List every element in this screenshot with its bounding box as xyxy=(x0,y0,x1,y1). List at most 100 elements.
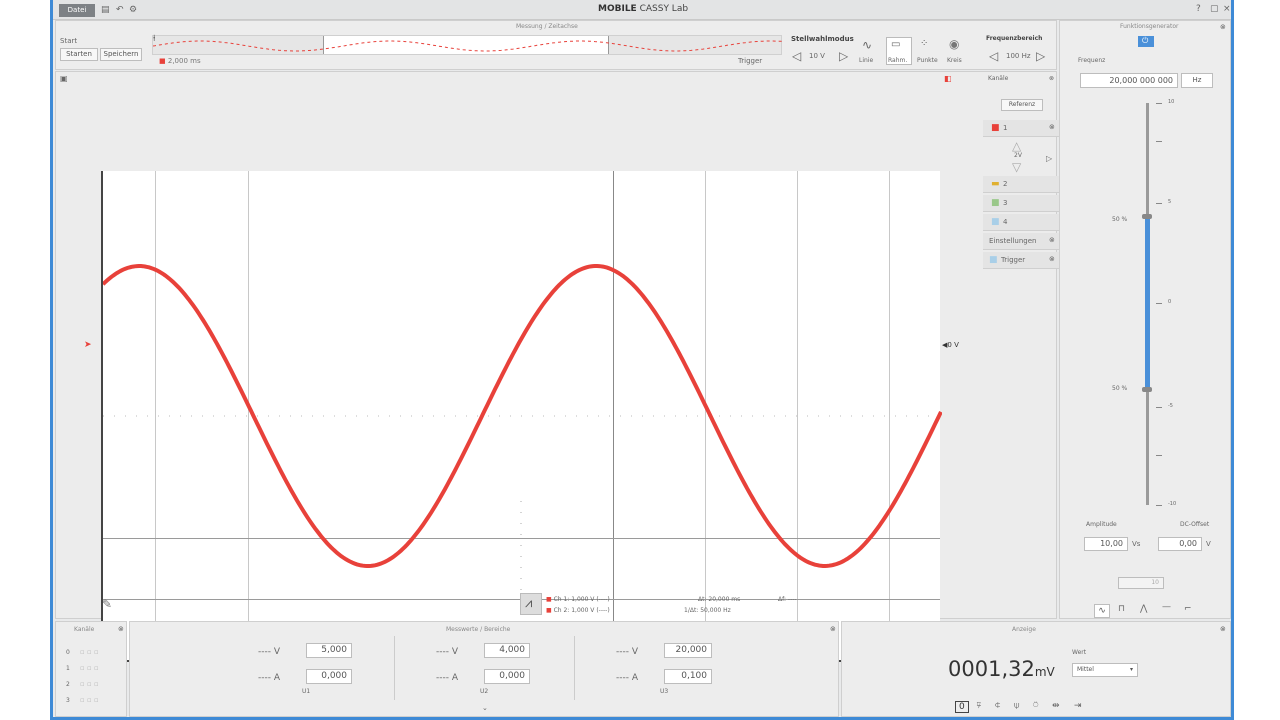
amplitude-field[interactable]: 10,00 xyxy=(1084,537,1128,551)
timeline-overview[interactable]: ⍿ xyxy=(152,34,783,55)
collapse-icon[interactable]: ⌄ xyxy=(482,704,488,712)
channel-3-item[interactable]: ■ 3 xyxy=(983,195,1059,212)
offset-field[interactable]: 0,00 xyxy=(1158,537,1202,551)
measure-close-icon[interactable]: ⊗ xyxy=(830,625,836,633)
generator-power-button[interactable]: ⏻ xyxy=(1138,36,1154,47)
grid-cell-icon[interactable]: ▫ ▫ ▫ xyxy=(80,680,99,688)
scale-tick xyxy=(1156,203,1162,204)
channel-3-label: 3 xyxy=(1003,199,1008,207)
grid-row-label: 2 xyxy=(66,681,70,688)
channel-1-close-icon[interactable]: ⊗ xyxy=(1049,123,1055,131)
line-mode-icon: ∿ xyxy=(862,38,873,52)
readout-select[interactable]: Mittel ▾ xyxy=(1072,663,1138,677)
scale-next-icon[interactable]: ▷ xyxy=(1046,154,1052,163)
level-slider-range[interactable] xyxy=(1145,217,1150,391)
slider-handle-lower[interactable] xyxy=(1142,387,1152,392)
readout-tool-icon[interactable]: ⍫ xyxy=(976,701,981,711)
group-1-a-field[interactable]: 0,000 xyxy=(306,669,352,684)
oscilloscope-plot[interactable] xyxy=(101,171,942,662)
channel-1-item[interactable]: ■ 1 ⊗ xyxy=(983,120,1059,137)
zero-marker[interactable]: ◀0 V xyxy=(942,341,959,349)
grid-cell-icon[interactable]: ▫ ▫ ▫ xyxy=(80,648,99,656)
start-label: Start xyxy=(60,37,78,45)
display-mode-icon[interactable]: 0 xyxy=(955,701,969,713)
channel-grid-title: Kanäle xyxy=(74,626,95,633)
sidebar-close-icon[interactable]: ⊗ xyxy=(1049,75,1054,82)
timeline-handle-icon[interactable]: ⍿ xyxy=(153,34,155,44)
readout-select-value: Mittel xyxy=(1077,666,1094,673)
pencil-icon[interactable]: ✎ xyxy=(102,597,112,611)
readout-tool-icon[interactable]: ⇥ xyxy=(1074,701,1082,711)
scale-up-icon[interactable]: △ xyxy=(1012,139,1021,153)
cursor-readout-line5: Δf: ---- xyxy=(778,596,797,603)
settings-item-label: Einstellungen xyxy=(989,237,1037,245)
scale-tick xyxy=(1156,407,1162,408)
waveform-square-button[interactable]: ⊓ xyxy=(1118,604,1125,614)
group-2-footer: U2 xyxy=(480,688,489,695)
stellwahl-next-icon[interactable]: ▷ xyxy=(839,49,848,63)
save-icon[interactable]: ▤ xyxy=(101,5,110,15)
waveform-triangle-button[interactable]: ⋀ xyxy=(1140,604,1147,614)
settings-item-icon[interactable]: ⊗ xyxy=(1049,236,1055,244)
cursor-mode-button[interactable]: ⩘ xyxy=(520,593,542,615)
frequency-value: 100 Hz xyxy=(1006,52,1031,60)
stellwahl-prev-icon[interactable]: ◁ xyxy=(792,49,801,63)
mode-frame-button[interactable]: ▭ Rahm. xyxy=(886,37,912,65)
title-brand: MOBILE xyxy=(598,4,637,14)
undo-icon[interactable]: ↶ xyxy=(116,5,124,15)
reference-button[interactable]: Referenz xyxy=(1001,99,1043,111)
grid-cell-icon[interactable]: ▫ ▫ ▫ xyxy=(80,696,99,704)
app-title: MOBILE CASSY Lab xyxy=(598,4,688,14)
settings-item[interactable]: Einstellungen ⊗ xyxy=(983,233,1059,250)
pin-icon[interactable]: ▣ xyxy=(60,74,68,83)
waveform-dc-button[interactable]: — xyxy=(1162,602,1171,612)
settings-icon[interactable]: ⚙ xyxy=(129,5,137,15)
frequency-prev-icon[interactable]: ◁ xyxy=(989,49,998,63)
slider-handle-upper[interactable] xyxy=(1142,214,1152,219)
channel-2-color-icon: ▬ xyxy=(991,179,1000,189)
mode-line-button[interactable]: ∿ Linie xyxy=(858,37,884,65)
waveform-sine-button[interactable]: ∿ xyxy=(1094,604,1110,618)
grid-cell-icon[interactable]: ▫ ▫ ▫ xyxy=(80,664,99,672)
cursor-readout-text: Ch 1: 1,000 V (----) xyxy=(553,596,610,603)
readout-tool-icon[interactable]: ⍥ xyxy=(1033,701,1038,711)
chevron-down-icon: ▾ xyxy=(1129,666,1133,673)
generator-title: Funktionsgenerator xyxy=(1120,23,1179,30)
toggle-sidebar-icon[interactable]: ◧ xyxy=(944,74,952,83)
mode-points-button[interactable]: ⁘ Punkte xyxy=(916,37,942,65)
trigger-item-icon[interactable]: ⊗ xyxy=(1049,255,1055,263)
frequency-unit-select[interactable]: Hz xyxy=(1181,73,1213,88)
scale-tick xyxy=(1156,303,1162,304)
start-button[interactable]: Starten xyxy=(60,48,98,61)
channel-2-item[interactable]: ▬ 2 xyxy=(983,176,1059,193)
group-2-a-label: ---- A xyxy=(436,673,459,683)
waveform-ramp-button[interactable]: ⌐ xyxy=(1184,604,1192,614)
group-1-v-field[interactable]: 5,000 xyxy=(306,643,352,658)
save-settings-button[interactable]: Speichern xyxy=(100,48,142,61)
readout-tool-icon[interactable]: ⍦ xyxy=(1014,701,1019,711)
file-menu-button[interactable]: Datei xyxy=(59,4,95,17)
frequency-field[interactable]: 20,000 000 000 xyxy=(1080,73,1178,88)
close-icon[interactable]: × xyxy=(1223,4,1231,14)
cursor-readout-line3: Δt: 20,000 ms xyxy=(698,596,741,603)
channel-4-color-icon: ■ xyxy=(991,217,1000,227)
trigger-item[interactable]: ■ Trigger ⊗ xyxy=(983,252,1059,269)
channel-offset-arrow-icon[interactable]: ➤ xyxy=(84,340,92,350)
scale-tick xyxy=(1156,505,1162,506)
group-3-v-field[interactable]: 20,000 xyxy=(664,643,712,658)
big-readout-value: 0001,32mV xyxy=(948,657,1055,681)
channel-4-item[interactable]: ■ 4 xyxy=(983,214,1059,231)
generator-close-icon[interactable]: ⊗ xyxy=(1220,23,1226,31)
help-icon[interactable]: ? xyxy=(1196,4,1201,14)
mode-circle-button[interactable]: ◉ Kreis xyxy=(944,37,970,65)
group-2-a-field[interactable]: 0,000 xyxy=(484,669,530,684)
channel-grid-close-icon[interactable]: ⊗ xyxy=(118,625,124,633)
scale-down-icon[interactable]: ▽ xyxy=(1012,160,1021,174)
frequency-next-icon[interactable]: ▷ xyxy=(1036,49,1045,63)
group-2-v-field[interactable]: 4,000 xyxy=(484,643,530,658)
readout-close-icon[interactable]: ⊗ xyxy=(1220,625,1226,633)
group-3-a-field[interactable]: 0,100 xyxy=(664,669,712,684)
maximize-icon[interactable]: ▢ xyxy=(1210,4,1219,14)
readout-tool-icon[interactable]: ⇹ xyxy=(1052,701,1060,711)
readout-tool-icon[interactable]: ⍧ xyxy=(995,701,1000,711)
